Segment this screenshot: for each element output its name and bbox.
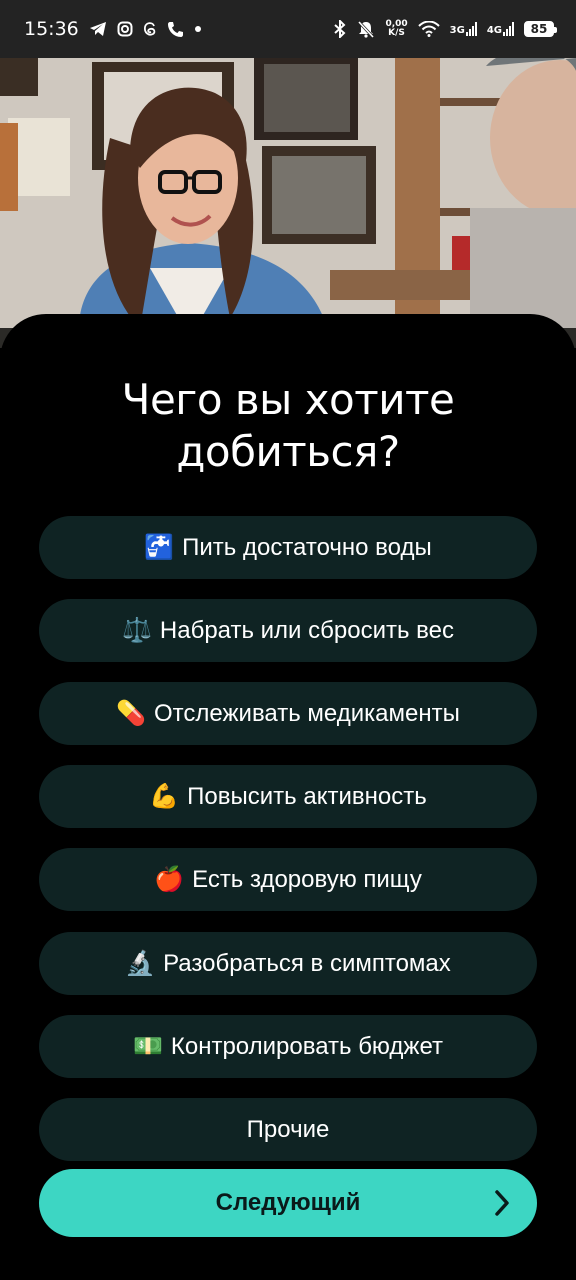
apple-icon: 🍎 [154, 866, 185, 893]
battery-icon: 85 [524, 21, 557, 37]
dot-icon [194, 25, 202, 33]
option-label: Повысить активность [187, 782, 427, 810]
mute-icon [357, 20, 375, 38]
option-symptoms[interactable]: 🔬 Разобраться в симптомах [39, 932, 537, 995]
flexed-biceps-icon: 💪 [149, 783, 180, 810]
scales-icon: ⚖️ [122, 617, 152, 644]
status-time: 15:36 [24, 18, 79, 40]
next-button-label: Следующий [215, 1189, 361, 1216]
option-label: Набрать или сбросить вес [159, 616, 454, 644]
instagram-icon [117, 21, 133, 37]
water-tap-icon: 🚰 [144, 534, 175, 561]
option-label: Разобраться в симптомах [163, 949, 451, 977]
battery-level: 85 [530, 22, 548, 36]
option-activity[interactable]: 💪 Повысить активность [39, 765, 537, 828]
signal-icon-2: 4G [487, 22, 514, 36]
speed-unit: K/S [388, 28, 405, 38]
wifi-icon [417, 21, 440, 37]
option-drink-water[interactable]: 🚰 Пить достаточно воды [39, 516, 537, 579]
option-label: Прочие [246, 1115, 330, 1143]
option-healthy-food[interactable]: 🍎 Есть здоровую пищу [39, 848, 537, 911]
bluetooth-icon [333, 20, 347, 38]
status-bar: 15:36 0,00 K/S 3G 4G 85 [0, 0, 576, 58]
option-other[interactable]: Прочие [39, 1098, 537, 1161]
network-speed: 0,00 K/S [385, 20, 407, 38]
option-medication[interactable]: 💊 Отслеживать медикаменты [39, 682, 537, 745]
option-label: Пить достаточно воды [182, 533, 432, 561]
next-button[interactable]: Следующий [39, 1169, 537, 1237]
pill-icon: 💊 [116, 700, 147, 727]
net-type-2: 4G [486, 25, 502, 36]
option-label: Есть здоровую пищу [192, 865, 422, 893]
chevron-right-icon [493, 1189, 511, 1224]
hero-photo [0, 58, 576, 348]
net-type-1: 3G [449, 25, 465, 36]
telegram-icon [89, 21, 107, 37]
signal-icon: 3G [450, 22, 477, 36]
option-weight[interactable]: ⚖️ Набрать или сбросить вес [39, 599, 537, 662]
dollar-banknote-icon: 💵 [132, 1033, 163, 1060]
option-label: Контролировать бюджет [170, 1032, 444, 1060]
microscope-icon: 🔬 [125, 950, 156, 977]
phone-icon [167, 21, 184, 38]
option-label: Отслеживать медикаменты [154, 699, 460, 727]
page-title: Чего вы хотите добиться? [121, 375, 455, 476]
threads-icon [143, 21, 157, 37]
option-budget[interactable]: 💵 Контролировать бюджет [39, 1015, 537, 1078]
